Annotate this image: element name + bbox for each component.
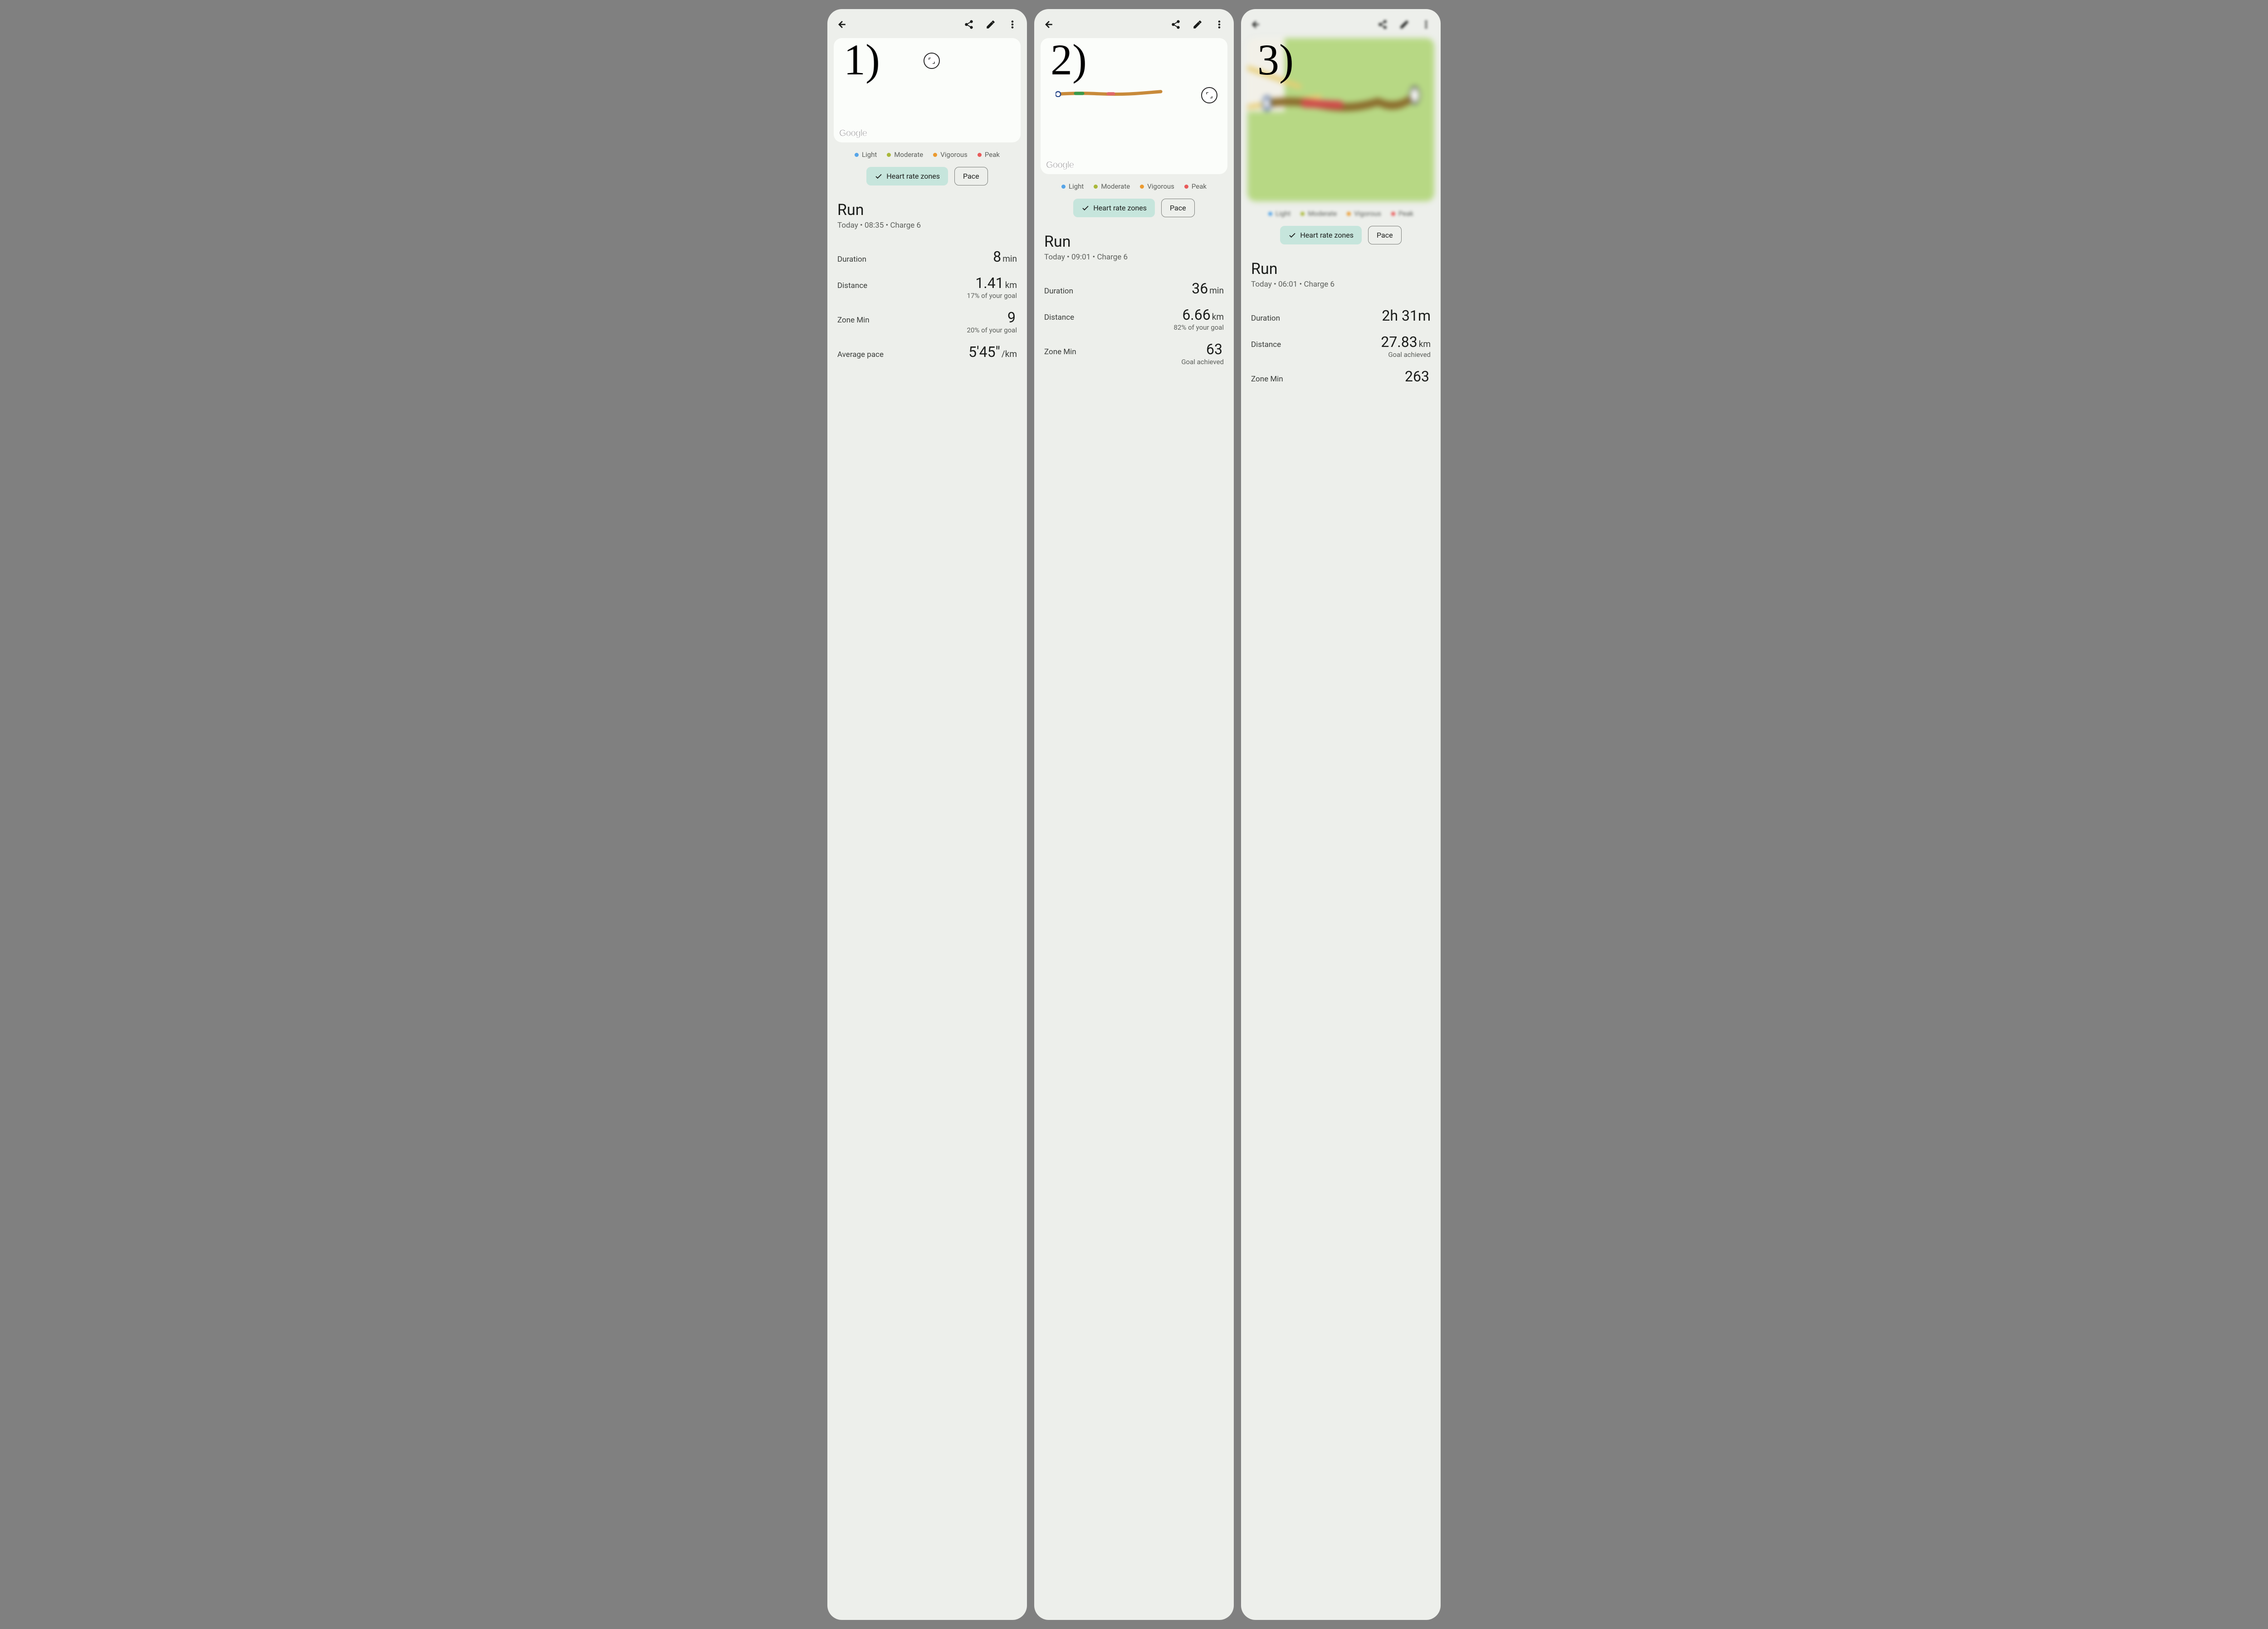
zone-moderate: Moderate bbox=[1094, 182, 1130, 190]
more-icon[interactable] bbox=[1417, 15, 1435, 34]
more-icon[interactable] bbox=[1003, 15, 1022, 34]
zone-peak: Peak bbox=[1391, 210, 1413, 218]
mode-toggle: Heart rate zones Pace bbox=[1241, 224, 1441, 254]
app-toolbar bbox=[1241, 9, 1441, 38]
fullscreen-icon[interactable] bbox=[924, 53, 940, 69]
activity-title: Run bbox=[1251, 260, 1431, 278]
stat-zone-min: Zone Min 63 bbox=[1044, 335, 1224, 359]
stat-avg-pace: Average pace 5'45"/km bbox=[837, 338, 1017, 361]
stat-distance: Distance 27.83km bbox=[1251, 328, 1431, 351]
hr-zones-chip[interactable]: Heart rate zones bbox=[1073, 199, 1155, 217]
stat-zone-min: Zone Min 263 bbox=[1251, 362, 1431, 386]
more-icon[interactable] bbox=[1210, 15, 1228, 34]
zone-moderate: Moderate bbox=[1300, 210, 1337, 218]
screenshot-2: 2) Google Light Moderate Vigorous bbox=[1034, 9, 1234, 1620]
zone-peak: Peak bbox=[1184, 182, 1207, 190]
stat-duration: Duration 8min bbox=[837, 243, 1017, 266]
fullscreen-icon[interactable] bbox=[1201, 87, 1217, 103]
stat-distance: Distance 1.41km bbox=[837, 269, 1017, 293]
mode-toggle: Heart rate zones Pace bbox=[1034, 197, 1234, 227]
back-button[interactable] bbox=[1040, 15, 1058, 34]
back-button[interactable] bbox=[833, 15, 851, 34]
edit-icon[interactable] bbox=[1188, 15, 1207, 34]
map-attribution: Google bbox=[1046, 160, 1074, 171]
activity-title: Run bbox=[1044, 233, 1224, 251]
route-path bbox=[1056, 90, 1164, 97]
activity-subtitle: Today • 09:01 • Charge 6 bbox=[1044, 253, 1224, 262]
activity-subtitle: Today • 08:35 • Charge 6 bbox=[837, 221, 1017, 230]
hr-zones-chip[interactable]: Heart rate zones bbox=[1280, 226, 1362, 244]
app-toolbar bbox=[827, 9, 1027, 38]
activity-title: Run bbox=[837, 201, 1017, 219]
activity-section: Run Today • 09:01 • Charge 6 Duration 36… bbox=[1034, 227, 1234, 1620]
pace-chip[interactable]: Pace bbox=[954, 167, 988, 185]
screenshot-3: 3) Light Moderate Vigorous bbox=[1241, 9, 1441, 1620]
zone-legend: Light Moderate Vigorous Peak bbox=[827, 142, 1027, 165]
screenshot-1: 1) Google Light Moderate Vigorous Peak H… bbox=[827, 9, 1027, 1620]
zone-light: Light bbox=[855, 151, 877, 159]
share-icon[interactable] bbox=[960, 15, 978, 34]
mode-toggle: Heart rate zones Pace bbox=[827, 165, 1027, 195]
pace-chip[interactable]: Pace bbox=[1368, 226, 1402, 244]
activity-subtitle: Today • 06:01 • Charge 6 bbox=[1251, 280, 1431, 289]
activity-section: Run Today • 06:01 • Charge 6 Duration 2h… bbox=[1241, 254, 1441, 1620]
stat-duration: Duration 2h 31m bbox=[1251, 302, 1431, 325]
zone-light: Light bbox=[1268, 210, 1290, 218]
map-attribution: Google bbox=[839, 128, 867, 139]
back-button[interactable] bbox=[1246, 15, 1265, 34]
figure-label: 2) bbox=[1051, 38, 1087, 82]
figure-label: 3) bbox=[1257, 38, 1294, 82]
stat-distance: Distance 6.66km bbox=[1044, 301, 1224, 324]
zone-vigorous: Vigorous bbox=[1140, 182, 1174, 190]
edit-icon[interactable] bbox=[982, 15, 1000, 34]
stat-zone-min: Zone Min 9 bbox=[837, 303, 1017, 327]
zone-peak: Peak bbox=[978, 151, 1000, 159]
zone-vigorous: Vigorous bbox=[933, 151, 968, 159]
zone-light: Light bbox=[1061, 182, 1084, 190]
share-icon[interactable] bbox=[1374, 15, 1392, 34]
hr-zones-chip[interactable]: Heart rate zones bbox=[866, 167, 948, 185]
pace-chip[interactable]: Pace bbox=[1161, 199, 1195, 217]
app-toolbar bbox=[1034, 9, 1234, 38]
edit-icon[interactable] bbox=[1395, 15, 1413, 34]
figure-label: 1) bbox=[844, 38, 880, 82]
zone-vigorous: Vigorous bbox=[1347, 210, 1381, 218]
zone-moderate: Moderate bbox=[887, 151, 923, 159]
share-icon[interactable] bbox=[1167, 15, 1185, 34]
activity-section: Run Today • 08:35 • Charge 6 Duration 8m… bbox=[827, 195, 1027, 1620]
zone-legend: Light Moderate Vigorous Peak bbox=[1241, 201, 1441, 224]
stat-duration: Duration 36min bbox=[1044, 274, 1224, 298]
zone-legend: Light Moderate Vigorous Peak bbox=[1034, 174, 1234, 197]
